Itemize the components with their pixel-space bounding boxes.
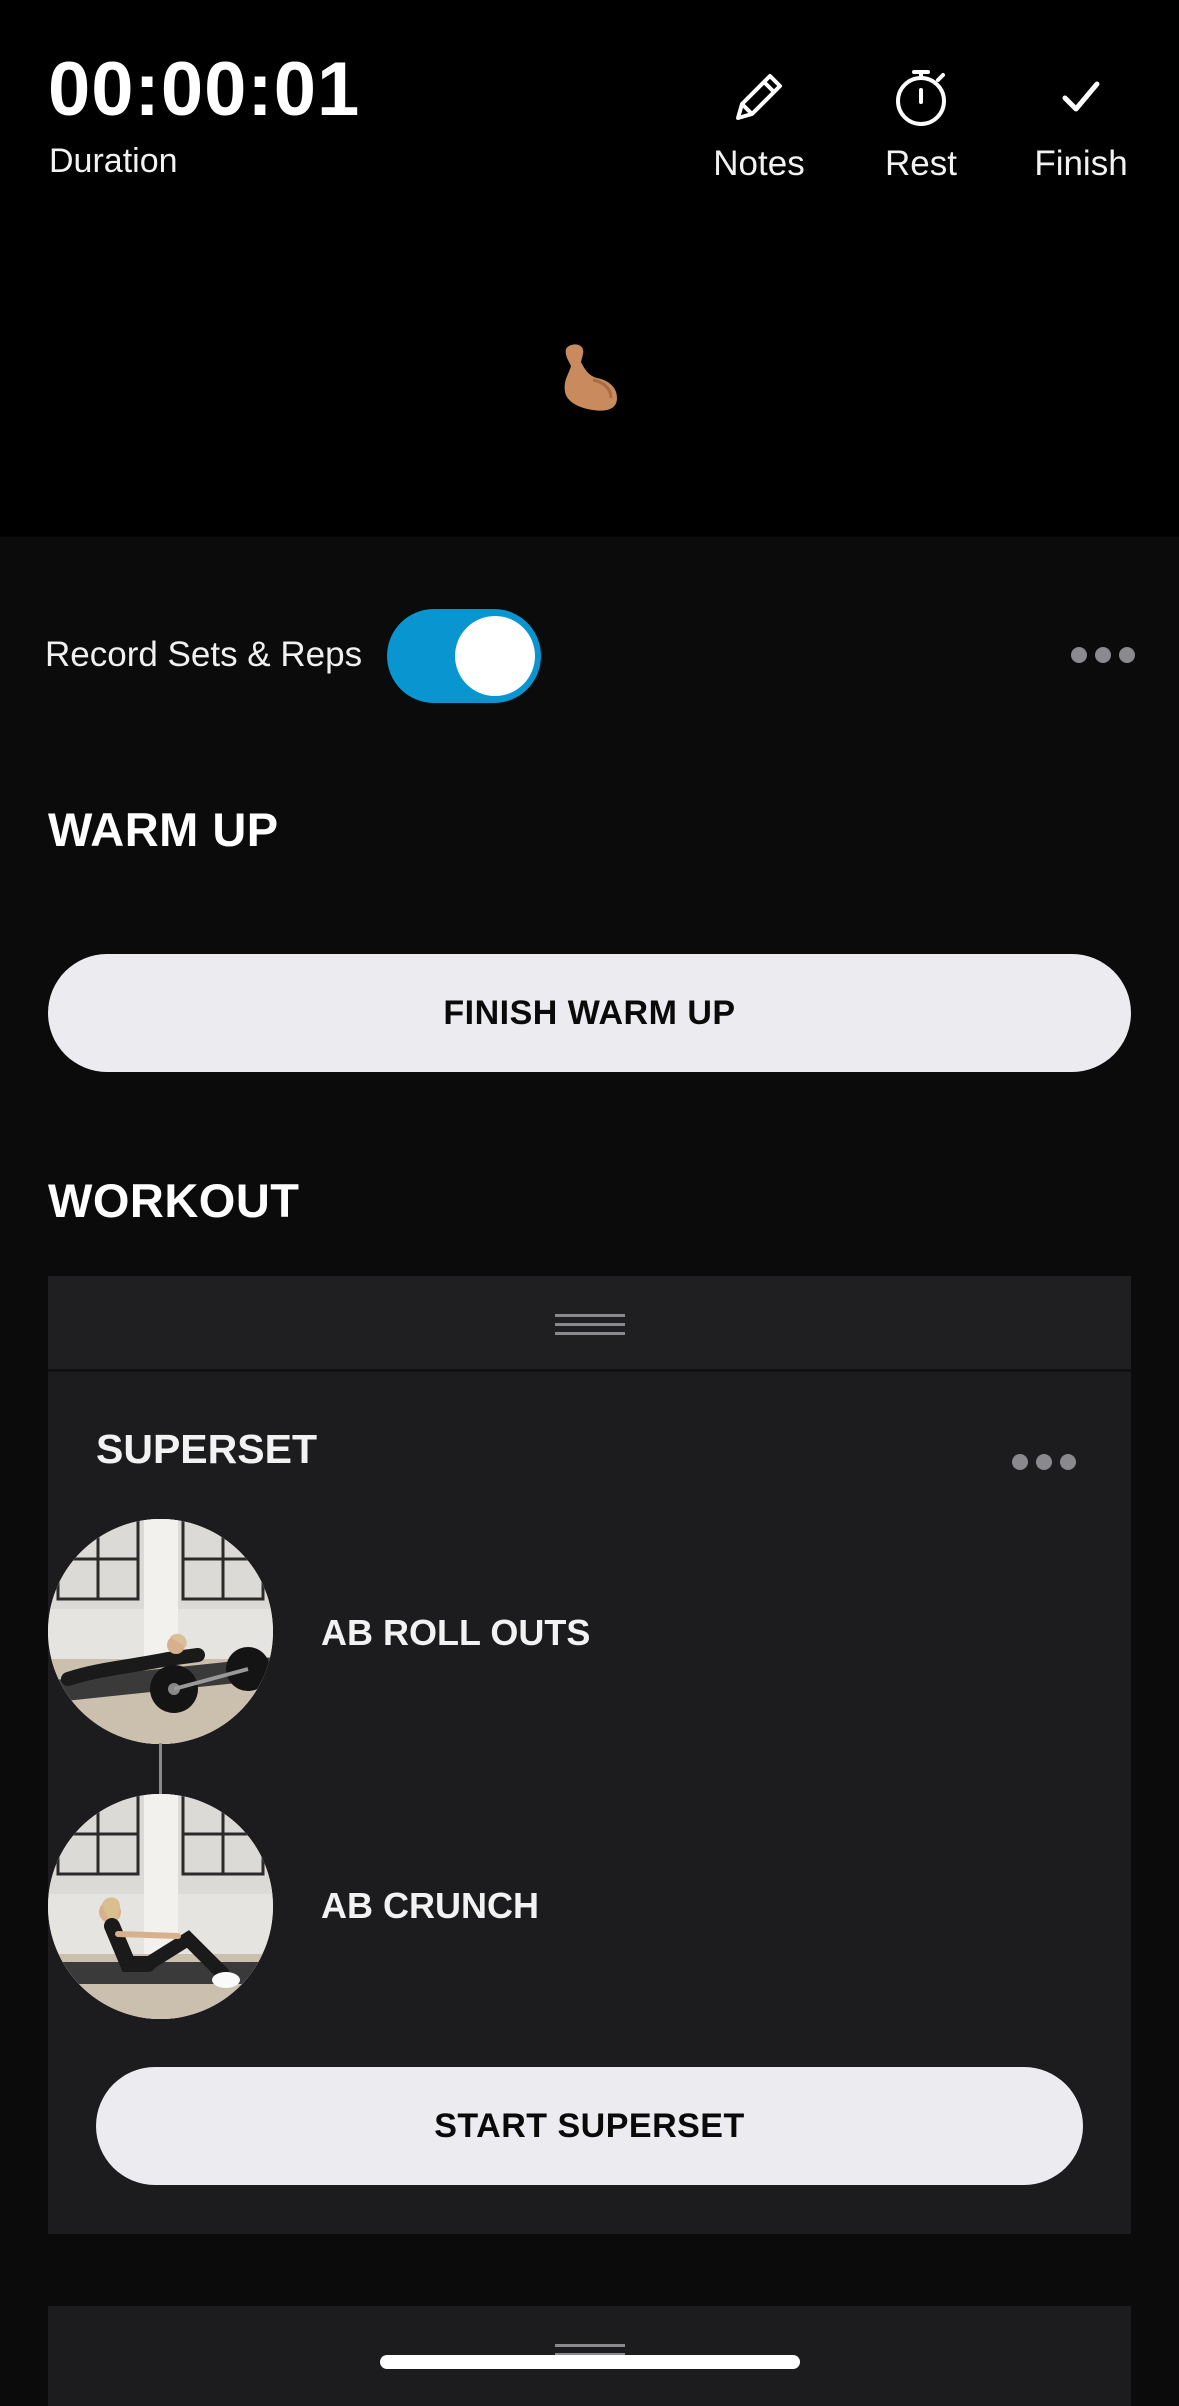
record-sets-reps-label: Record Sets & Reps bbox=[45, 635, 363, 674]
notes-button[interactable]: Notes bbox=[689, 64, 829, 184]
more-dot-icon bbox=[1119, 647, 1135, 663]
superset-title: SUPERSET bbox=[96, 1426, 317, 1472]
superset-connector-line bbox=[159, 1743, 162, 1795]
finish-label: Finish bbox=[1034, 144, 1128, 183]
finish-button[interactable]: Finish bbox=[1011, 64, 1151, 184]
start-superset-button[interactable]: START SUPERSET bbox=[96, 2067, 1083, 2185]
workout-heading: WORKOUT bbox=[48, 1174, 300, 1227]
rest-label: Rest bbox=[885, 144, 957, 183]
more-dot-icon bbox=[1012, 1454, 1028, 1470]
exercise-name[interactable]: AB CRUNCH bbox=[321, 1885, 539, 1927]
drag-handle-bar[interactable] bbox=[48, 1276, 1131, 1372]
superset-more-options-button[interactable] bbox=[1012, 1454, 1076, 1470]
more-dot-icon bbox=[1060, 1454, 1076, 1470]
more-dot-icon bbox=[1071, 647, 1087, 663]
duration-timer: 00:00:01 bbox=[48, 47, 361, 132]
duration-label: Duration bbox=[49, 142, 178, 180]
workout-header: 00:00:01 Duration Notes Rest Finish bbox=[0, 0, 1179, 537]
ab-roll-outs-image bbox=[48, 1519, 273, 1744]
exercise-thumbnail[interactable] bbox=[48, 1519, 273, 1744]
notes-label: Notes bbox=[713, 144, 805, 183]
exercise-thumbnail[interactable] bbox=[48, 1794, 273, 2019]
checkmark-icon bbox=[1062, 81, 1100, 112]
drag-handle-icon bbox=[555, 1314, 625, 1335]
pencil-icon bbox=[736, 74, 782, 120]
flexed-biceps-icon bbox=[564, 344, 617, 411]
stopwatch-icon bbox=[896, 70, 946, 126]
more-dot-icon bbox=[1036, 1454, 1052, 1470]
exercise-name[interactable]: AB ROLL OUTS bbox=[321, 1612, 590, 1654]
home-indicator[interactable] bbox=[380, 2355, 800, 2369]
more-dot-icon bbox=[1095, 647, 1111, 663]
more-options-button[interactable] bbox=[1071, 647, 1135, 663]
warm-up-heading: WARM UP bbox=[48, 803, 279, 856]
ab-crunch-image bbox=[48, 1794, 273, 2019]
rest-button[interactable]: Rest bbox=[851, 64, 991, 184]
toggle-knob bbox=[455, 616, 535, 696]
record-sets-reps-toggle[interactable] bbox=[387, 609, 541, 703]
finish-warm-up-button[interactable]: FINISH WARM UP bbox=[48, 954, 1131, 1072]
